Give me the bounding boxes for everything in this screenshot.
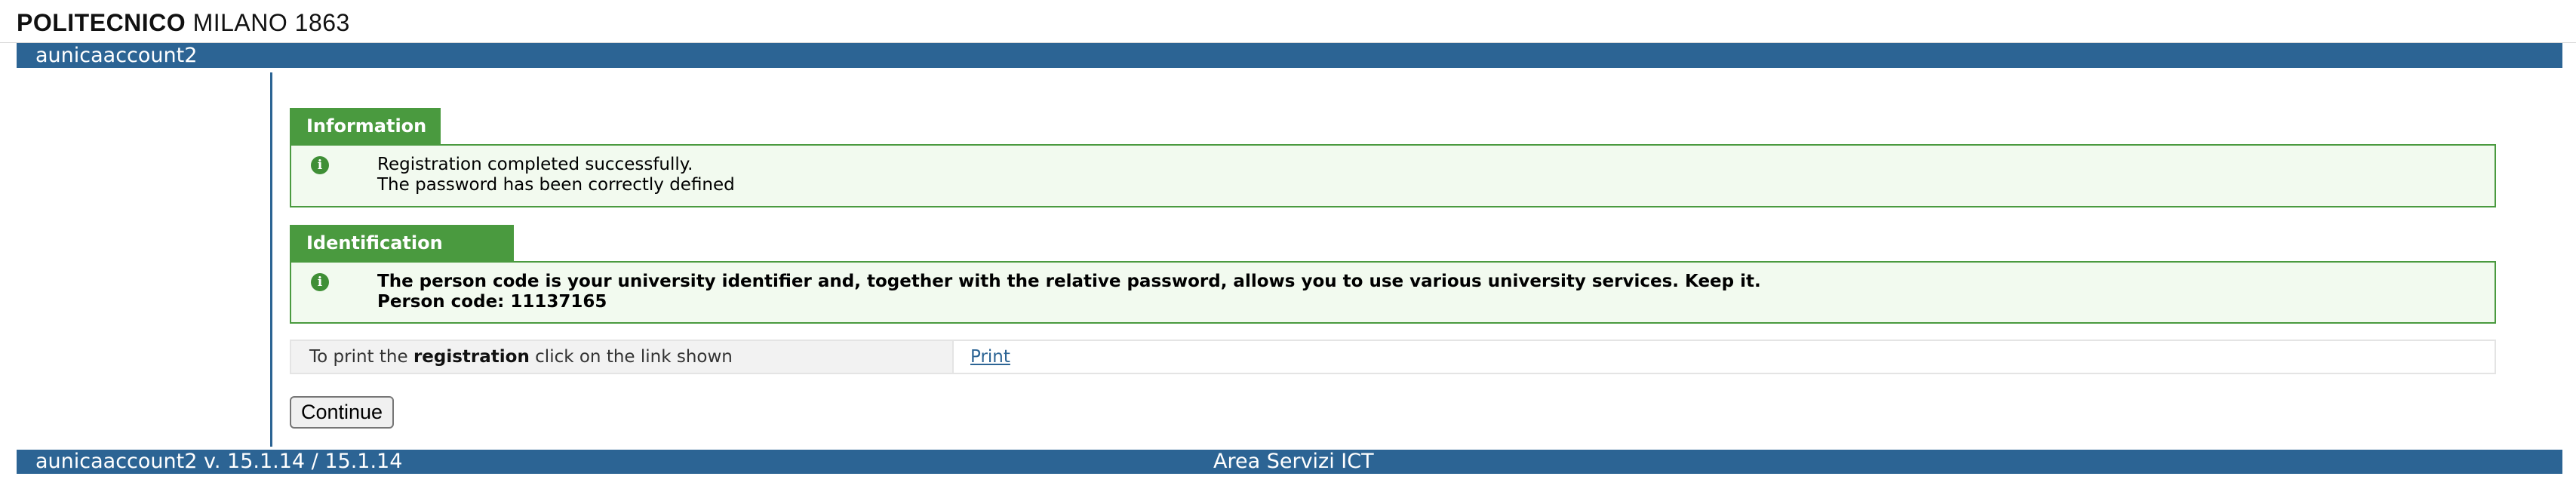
- print-label-bold: registration: [413, 347, 530, 367]
- logo-bold-text: POLITECNICO: [17, 9, 186, 36]
- app-header: aunicaaccount2: [17, 43, 2562, 68]
- footer-area: Area Servizi ICT: [1213, 450, 1374, 473]
- footer: aunicaaccount2 v. 15.1.14 / 15.1.14 Area…: [17, 450, 2562, 474]
- top-banner: POLITECNICO MILANO 1863: [0, 0, 2576, 43]
- continue-button[interactable]: Continue: [290, 396, 394, 429]
- app-title: aunicaaccount2: [35, 44, 198, 67]
- information-panel: i Registration completed successfully. T…: [290, 144, 2496, 207]
- print-label-before: To print the: [309, 347, 408, 367]
- identification-codes-panel: i The person code is your university ide…: [290, 261, 2496, 324]
- info-line-2: The password has been correctly defined: [377, 175, 735, 195]
- print-label-cell: To print the registration click on the l…: [291, 341, 954, 373]
- print-label-after: click on the link shown: [535, 347, 733, 367]
- logo-rest-text: MILANO 1863: [192, 9, 350, 36]
- info-icon: i: [311, 156, 329, 174]
- footer-version: aunicaaccount2 v. 15.1.14 / 15.1.14: [35, 450, 403, 473]
- content-divider: [270, 72, 272, 447]
- print-link[interactable]: Print: [970, 347, 1010, 367]
- information-panel-title: Information: [290, 108, 441, 144]
- info-line-1: Registration completed successfully.: [377, 155, 693, 174]
- print-row: To print the registration click on the l…: [290, 340, 2496, 374]
- print-label: To print the registration click on the l…: [309, 347, 733, 367]
- university-logo: POLITECNICO MILANO 1863: [17, 11, 350, 35]
- person-code: Person code: 11137165: [377, 292, 607, 312]
- info-icon: i: [311, 273, 329, 291]
- identification-codes-panel-title: Identification codes: [290, 225, 514, 290]
- person-code-explanation: The person code is your university ident…: [377, 272, 1761, 291]
